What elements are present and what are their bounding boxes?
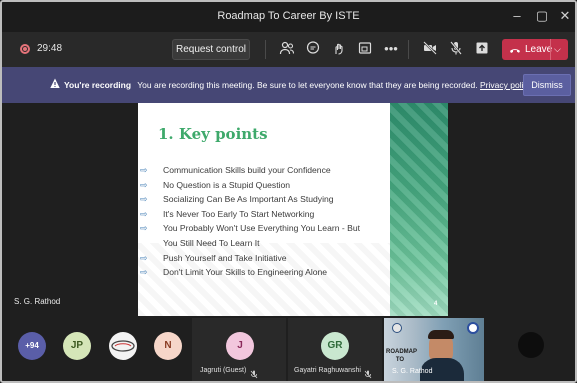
participant-avatar-j: J [226,332,254,360]
more-actions-icon[interactable]: ••• [382,40,400,58]
mic-off-icon[interactable] [447,40,465,58]
dismiss-button[interactable]: Dismiss [523,74,571,96]
bullet-arrow-icon: ⇨ [140,165,148,175]
mic-off-icon [364,366,372,379]
bullet-arrow-icon: ⇨ [140,223,148,234]
leave-options-chevron-icon[interactable]: ⌵ [554,39,561,60]
toolbar-divider [408,40,409,59]
participant-tile-gayatri[interactable]: GR Gayatri Raghuwanshi [288,318,382,381]
recording-banner: You're recording You are recording this … [2,67,575,103]
bullet-arrow-icon: ⇨ [140,208,148,219]
bullet-arrow-icon: ⇨ [140,252,148,263]
recording-title: You're recording [64,80,132,90]
presenter-name: S. G. Rathod [14,297,61,306]
minimize-button[interactable]: – [508,7,526,25]
participant-avatar-dark [518,332,544,358]
toolbar-divider [265,40,266,59]
recording-text: You are recording this meeting. Be sure … [137,80,478,90]
recording-message: You're recording You are recording this … [64,80,532,90]
meeting-toolbar: 29:48 Request control ••• Leave ⌵ [2,32,575,67]
presentation-slide: 1. Key points ⇨ Communication Skills buil… [138,103,448,316]
breakout-rooms-icon[interactable] [356,40,374,58]
participant-avatar-jp[interactable]: JP [63,332,91,360]
participant-avatar-logo[interactable] [109,332,137,360]
iste-logo-icon [392,323,402,333]
participant-video-rathod[interactable]: ROADMAP TO S. G. Rathod [384,318,484,381]
participant-name: Gayatri Raghuwanshi [294,367,361,374]
participant-tile-empty[interactable] [486,318,575,381]
presenter-hair [428,330,454,339]
participants-icon[interactable] [278,40,296,58]
participant-tile-jagruti[interactable]: J Jagruti (Guest) [192,318,286,381]
video-banner-text: ROADMAP TO [386,349,417,363]
leave-button[interactable]: Leave ⌵ [502,39,568,60]
slide-accent-band [390,103,448,316]
participant-avatar-n[interactable]: N [154,332,182,360]
participant-name: Jagruti (Guest) [200,367,247,374]
leave-label: Leave [525,44,553,55]
reactions-icon[interactable] [330,40,348,58]
leave-divider [550,39,551,60]
shared-content-stage: 1. Key points ⇨ Communication Skills buil… [2,103,575,318]
participant-strip: +94 JP N J Jagruti (Guest) GR Gayatri Ra… [2,318,575,381]
teams-meeting-window: Roadmap To Career By ISTE – ▢ ✕ 29:48 Re… [0,0,577,383]
camera-off-icon[interactable] [421,40,439,58]
title-bar: Roadmap To Career By ISTE – ▢ ✕ [2,2,575,32]
participant-avatar-gr: GR [321,332,349,360]
close-button[interactable]: ✕ [556,7,574,25]
participant-avatars-group: +94 JP N [8,318,190,381]
meeting-timer: 29:48 [37,43,63,54]
overflow-participants-count[interactable]: +94 [18,332,46,360]
maximize-button[interactable]: ▢ [533,7,551,25]
chat-icon[interactable] [304,40,322,58]
window-title: Roadmap To Career By ISTE [217,10,360,22]
recording-indicator-icon [20,44,30,54]
bullet-arrow-icon: ⇨ [140,194,148,205]
request-control-button[interactable]: Request control [172,39,250,60]
slide-heading: 1. Key points [158,125,268,143]
bullet-arrow-icon: ⇨ [140,267,148,278]
slide-page-number: 4 [434,301,438,307]
share-screen-icon[interactable] [473,40,491,58]
mic-off-icon [250,366,258,379]
warning-icon [50,78,60,89]
hang-up-icon [509,39,521,68]
college-logo-icon [467,322,479,334]
participant-name: S. G. Rathod [392,368,433,375]
bullet-arrow-icon: ⇨ [140,179,148,190]
